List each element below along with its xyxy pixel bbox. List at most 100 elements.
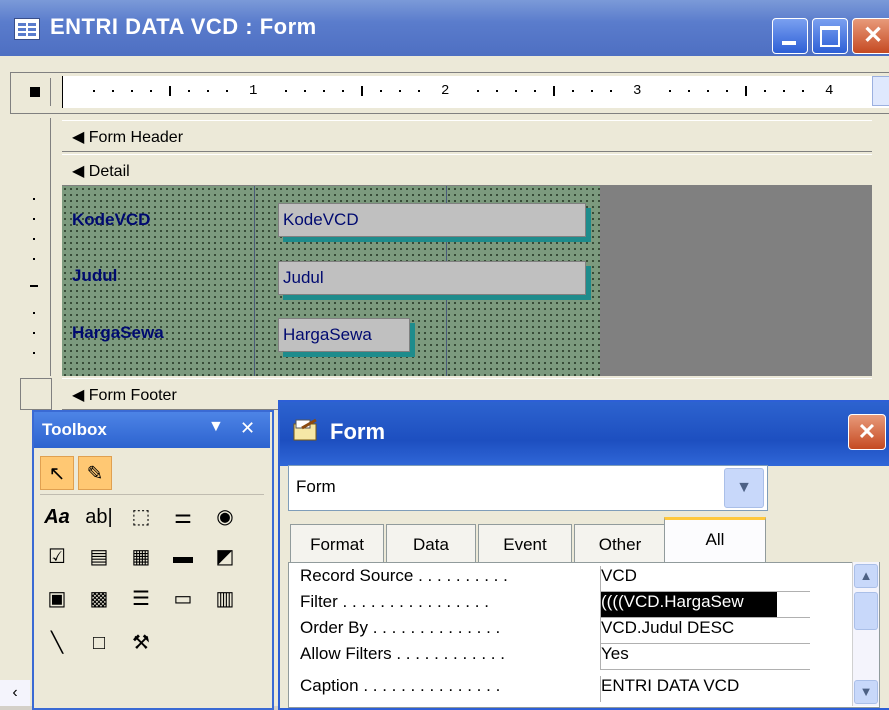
select-objects-icon[interactable]: ↖ <box>40 456 74 490</box>
toolbox-title: Toolbox <box>42 420 107 439</box>
ruler-dot <box>150 90 152 92</box>
ruler-mark <box>33 352 35 354</box>
ruler-tick <box>553 86 555 96</box>
scroll-up-icon[interactable]: ▲ <box>854 564 878 588</box>
form-selector[interactable] <box>20 78 51 106</box>
ruler-dot <box>669 90 671 92</box>
textbox-judul[interactable]: Judul <box>278 261 586 295</box>
toolbox-options-icon[interactable]: ▼ <box>208 418 224 436</box>
property-value-order-by[interactable]: VCD.Judul DESC <box>600 618 809 644</box>
tab-data[interactable]: Data <box>386 524 476 565</box>
ruler-dot <box>399 90 401 92</box>
close-button[interactable] <box>852 18 889 54</box>
ruler-dot <box>534 90 536 92</box>
ruler-dot <box>707 90 709 92</box>
command-button-icon[interactable]: ▬ <box>166 540 200 574</box>
ruler-dot <box>802 90 804 92</box>
scroll-up-button[interactable] <box>872 76 889 106</box>
property-value-allow-filters[interactable]: Yes <box>600 644 809 670</box>
tab-other[interactable]: Other <box>574 524 666 565</box>
section-form-header-label: Form Header <box>88 129 184 146</box>
ruler-mark <box>33 198 35 200</box>
section-marker-icon: ◀ <box>72 129 85 146</box>
property-value-record-source[interactable]: VCD <box>600 566 809 592</box>
ruler-dot <box>226 90 228 92</box>
close-icon[interactable]: ✕ <box>848 414 886 450</box>
ruler-mark <box>33 312 35 314</box>
page-break-icon[interactable]: ☰ <box>124 582 158 616</box>
horizontal-ruler[interactable]: 1 2 3 4 <box>62 76 889 108</box>
label-judul[interactable]: Judul <box>66 261 256 291</box>
rectangle-tool-icon[interactable]: □ <box>82 626 116 660</box>
ruler-dot <box>304 90 306 92</box>
unbound-object-frame-icon[interactable]: ▣ <box>40 582 74 616</box>
toolbox-separator <box>40 494 264 495</box>
ruler-dot <box>207 90 209 92</box>
ruler-mark <box>33 258 35 260</box>
textbox-hargasewa[interactable]: HargaSewa <box>278 318 410 352</box>
row-divider <box>600 669 810 670</box>
textbox-tool-icon[interactable]: ab| <box>82 500 116 534</box>
ruler-dot <box>477 90 479 92</box>
object-selector[interactable] <box>288 465 768 511</box>
properties-icon <box>292 418 320 442</box>
ruler-mark <box>33 238 35 240</box>
section-detail-label: Detail <box>88 163 130 180</box>
section-marker-icon: ◀ <box>72 387 85 404</box>
object-selector-value: Form <box>296 477 336 496</box>
list-box-icon[interactable]: ▦ <box>124 540 158 574</box>
tab-control-icon[interactable]: ▭ <box>166 582 200 616</box>
tab-event[interactable]: Event <box>478 524 572 565</box>
ruler-dot <box>726 90 728 92</box>
ruler-dot <box>131 90 133 92</box>
option-group-icon[interactable]: ⬚ <box>124 500 158 534</box>
label-tool-icon[interactable]: Aa <box>40 500 74 534</box>
property-value-caption[interactable]: ENTRI DATA VCD <box>600 676 809 702</box>
toolbox-close-icon[interactable]: ✕ <box>240 418 255 439</box>
chevron-down-icon[interactable]: ▼ <box>724 468 764 508</box>
maximize-button[interactable] <box>812 18 848 54</box>
scroll-left-button[interactable]: ‹ <box>0 680 30 706</box>
property-sheet-title: Form <box>330 419 385 444</box>
line-tool-icon[interactable]: ╲ <box>40 626 74 660</box>
image-tool-icon[interactable]: ◩ <box>208 540 242 574</box>
footer-selector[interactable] <box>20 378 52 410</box>
tab-format[interactable]: Format <box>290 524 384 565</box>
ruler-dot <box>285 90 287 92</box>
tab-all[interactable]: All <box>664 517 766 568</box>
label-hargasewa[interactable]: HargaSewa <box>66 318 256 348</box>
control-wizards-icon[interactable]: ✎ <box>78 456 112 490</box>
section-vruler <box>20 118 51 186</box>
minimize-button[interactable] <box>772 18 808 54</box>
section-form-header[interactable]: ◀ Form Header <box>62 120 872 152</box>
ruler-tick <box>361 86 363 96</box>
ruler-dot <box>572 90 574 92</box>
property-name: Allow Filters . . . . . . . . . . . . <box>300 644 505 663</box>
detail-empty-area <box>600 186 872 376</box>
scroll-thumb[interactable] <box>854 592 878 630</box>
ruler-dot <box>380 90 382 92</box>
detail-vertical-ruler <box>20 186 51 376</box>
ruler-dot <box>496 90 498 92</box>
subform-icon[interactable]: ▥ <box>208 582 242 616</box>
ruler-dot <box>93 90 95 92</box>
ruler-mark <box>33 332 35 334</box>
label-kodevcd[interactable]: KodeVCD <box>66 205 256 235</box>
check-box-icon[interactable]: ☑ <box>40 540 74 574</box>
form-icon <box>14 18 40 40</box>
property-value-filter[interactable]: ((((VCD.HargaSew <box>600 592 777 618</box>
textbox-kodevcd[interactable]: KodeVCD <box>278 203 586 237</box>
toggle-button-icon[interactable]: ⚌ <box>166 500 200 534</box>
scroll-down-icon[interactable]: ▼ <box>854 680 878 704</box>
section-detail[interactable]: ◀ Detail <box>62 154 872 186</box>
ruler-dot <box>610 90 612 92</box>
property-name: Filter . . . . . . . . . . . . . . . . <box>300 592 489 611</box>
ruler-number: 1 <box>249 83 258 99</box>
bound-object-frame-icon[interactable]: ▩ <box>82 582 116 616</box>
property-name: Record Source . . . . . . . . . . <box>300 566 508 585</box>
combo-box-icon[interactable]: ▤ <box>82 540 116 574</box>
ruler-mark <box>33 218 35 220</box>
more-controls-icon[interactable]: ⚒ <box>124 626 158 660</box>
ruler-dot <box>418 90 420 92</box>
option-button-icon[interactable]: ◉ <box>208 500 242 534</box>
